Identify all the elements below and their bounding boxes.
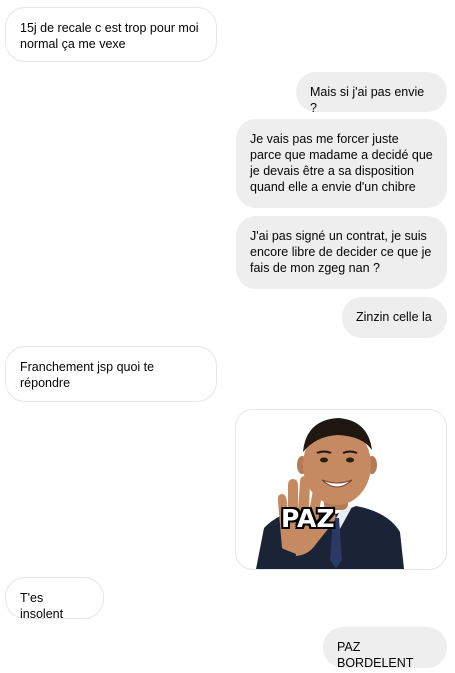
- message-text: J'ai pas signé un contrat, je suis encor…: [250, 229, 432, 275]
- outgoing-message[interactable]: PAZ BORDELENT: [323, 627, 447, 670]
- message-text: T'es insolent: [20, 591, 64, 621]
- incoming-message[interactable]: Franchement jsp quoi te répondre: [5, 346, 217, 402]
- message-text: 15j de recale c est trop pour moi normal…: [20, 21, 199, 51]
- sticker-image: [256, 418, 404, 569]
- incoming-message[interactable]: 15j de recale c est trop pour moi normal…: [5, 7, 217, 62]
- message-text: Je vais pas me forcer juste parce que ma…: [250, 132, 433, 194]
- message-text: Zinzin celle la: [356, 310, 432, 324]
- sticker-text: PAZ: [281, 504, 335, 533]
- message-text: PAZ BORDELENT: [337, 640, 414, 670]
- outgoing-message[interactable]: Je vais pas me forcer juste parce que ma…: [236, 119, 447, 208]
- sticker-message[interactable]: PAZ: [235, 409, 447, 570]
- message-text: Franchement jsp quoi te répondre: [20, 360, 155, 390]
- message-text: Mais si j'ai pas envie ?: [310, 85, 425, 115]
- incoming-message[interactable]: T'es insolent: [5, 577, 104, 621]
- outgoing-message[interactable]: Zinzin celle la: [342, 297, 447, 338]
- outgoing-message[interactable]: J'ai pas signé un contrat, je suis encor…: [236, 216, 447, 289]
- outgoing-message[interactable]: Mais si j'ai pas envie ?: [296, 72, 447, 115]
